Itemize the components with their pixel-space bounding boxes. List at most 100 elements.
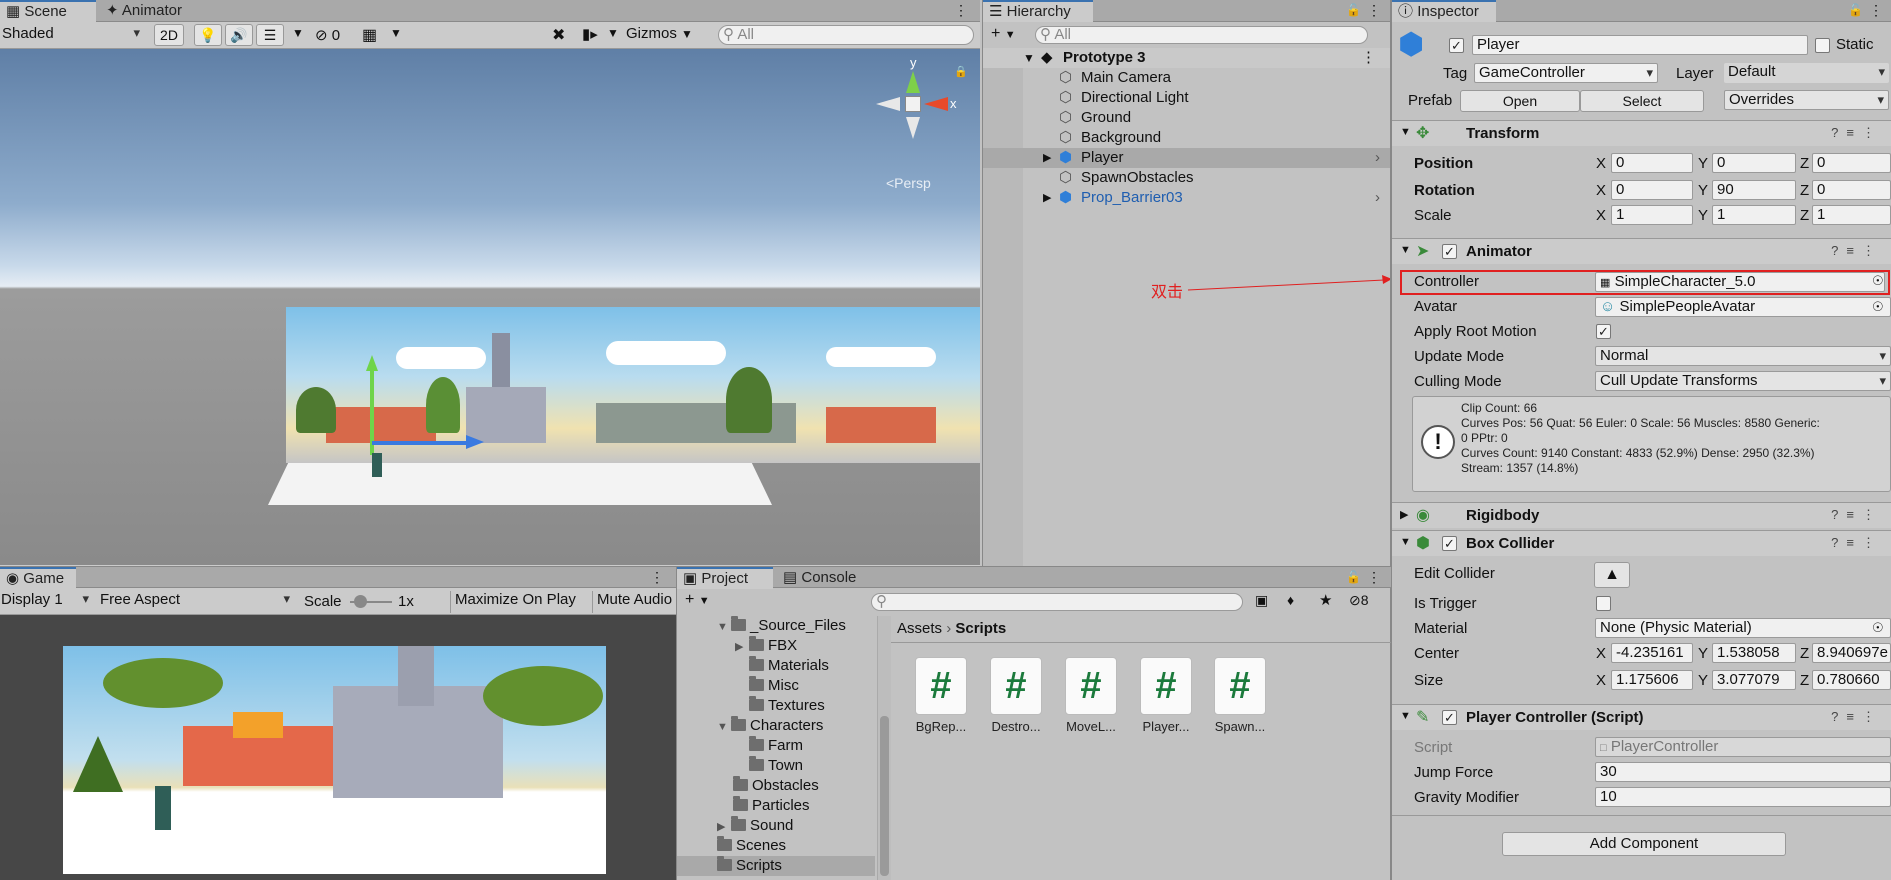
culling-mode-dropdown[interactable]: Cull Update Transforms (1595, 371, 1891, 391)
hierarchy-item-player[interactable]: ▶ ⬢ Player › (983, 148, 1390, 168)
component-options-icons[interactable]: ?≡⋮ (1831, 507, 1883, 523)
root-motion-checkbox[interactable]: ✓ (1596, 324, 1611, 339)
component-options-icons[interactable]: ?≡⋮ (1831, 243, 1883, 259)
tag-dropdown[interactable]: GameController (1474, 63, 1658, 83)
transform-header[interactable]: ▼ ✥ Transform ?≡⋮ (1392, 120, 1891, 146)
script-asset-icon[interactable]: # (1214, 657, 1266, 715)
shading-dropdown[interactable]: Shaded (2, 25, 144, 45)
scene-viewport[interactable]: y x <Persp 🔒 (0, 49, 980, 565)
grid-toggle-icon[interactable]: ▦ (362, 25, 377, 45)
move-gizmo[interactable] (366, 355, 484, 455)
effects-dropdown-icon[interactable]: ▼ (292, 26, 304, 40)
box-collider-enabled-checkbox[interactable]: ✓ (1442, 536, 1457, 551)
folder-scripts[interactable]: Scripts (677, 856, 875, 876)
folder-source-files[interactable]: ▼ _Source_Files (717, 616, 846, 636)
persp-label[interactable]: <Persp (886, 175, 931, 191)
folder-town[interactable]: Town (749, 756, 803, 776)
animator-header[interactable]: ▼ ➤ ✓ Animator ?≡⋮ (1392, 238, 1891, 264)
object-name-input[interactable]: Player (1472, 35, 1808, 55)
camera-icon[interactable]: ▮▸ (582, 25, 598, 43)
breadcrumb-scripts[interactable]: Scripts (955, 620, 1006, 637)
hierarchy-item-directional-light[interactable]: ⬡ Directional Light (983, 88, 1390, 108)
folder-farm[interactable]: Farm (749, 736, 803, 756)
controller-field[interactable]: ▦ SimpleCharacter_5.0 (1595, 272, 1885, 292)
folder-misc[interactable]: Misc (749, 676, 799, 696)
player-controller-enabled-checkbox[interactable]: ✓ (1442, 710, 1457, 725)
chevron-right-icon[interactable]: › (1375, 188, 1380, 208)
edit-collider-button[interactable]: ▲ (1594, 562, 1630, 588)
tab-scene[interactable]: ▦ Scene (0, 0, 96, 22)
scale-y-field[interactable]: 1 (1712, 205, 1796, 225)
game-view[interactable] (63, 646, 606, 874)
orientation-gizmo[interactable]: y x <Persp (876, 55, 957, 191)
breadcrumb-assets[interactable]: Assets (897, 620, 942, 637)
2d-toggle[interactable]: 2D (154, 24, 184, 46)
grid-dropdown-icon[interactable]: ▼ (390, 26, 402, 40)
jump-force-field[interactable]: 30 (1595, 762, 1891, 782)
panel-menu-icon[interactable]: ⋮ (1869, 2, 1883, 19)
row-menu-icon[interactable]: ⋮ (1361, 48, 1376, 68)
panel-menu-icon[interactable]: ⋮ (650, 569, 664, 586)
gizmos-dropdown[interactable]: Gizmos ▼ (626, 25, 693, 42)
hierarchy-item-background[interactable]: ⬡ Background (983, 128, 1390, 148)
camera-dropdown-icon[interactable]: ▼ (607, 26, 619, 40)
filter-by-label-icon[interactable]: ♦ (1287, 592, 1294, 608)
hierarchy-item-spawnobstacles[interactable]: ⬡ SpawnObstacles (983, 168, 1390, 188)
component-options-icons[interactable]: ?≡⋮ (1831, 709, 1883, 725)
object-picker-icon[interactable]: ☉ (1872, 299, 1884, 315)
display-dropdown[interactable]: Display 1 (1, 591, 93, 611)
script-asset-icon[interactable]: # (915, 657, 967, 715)
rigidbody-header[interactable]: ▶ ◉ Rigidbody ?≡⋮ (1392, 502, 1891, 528)
scale-x-field[interactable]: 1 (1611, 205, 1693, 225)
tab-console[interactable]: ▤ Console (777, 567, 864, 589)
mute-audio-toggle[interactable]: Mute Audio (592, 591, 676, 613)
rotation-z-field[interactable]: 0 (1812, 180, 1891, 200)
center-x-field[interactable]: -4.235161 (1611, 643, 1693, 663)
effects-toggle-icon[interactable]: ☰ (256, 24, 284, 46)
lock-icon[interactable]: 🔓 (1848, 3, 1863, 17)
aspect-dropdown[interactable]: Free Aspect (100, 591, 294, 611)
prefab-overrides-dropdown[interactable]: Overrides (1724, 90, 1889, 110)
scene-search-input[interactable]: ⚲ All (718, 25, 974, 45)
audio-toggle-icon[interactable]: 🔊 (225, 24, 253, 46)
update-mode-dropdown[interactable]: Normal (1595, 346, 1891, 366)
player-controller-header[interactable]: ▼ ✎ ✓ Player Controller (Script) ?≡⋮ (1392, 704, 1891, 730)
chevron-right-icon[interactable]: › (1375, 148, 1380, 168)
tab-inspector[interactable]: ⓘ Inspector (1392, 0, 1496, 22)
size-x-field[interactable]: 1.175606 (1611, 670, 1693, 690)
create-dropdown[interactable]: + ▼ (685, 591, 710, 609)
static-checkbox[interactable] (1815, 38, 1830, 53)
prefab-open-button[interactable]: Open (1460, 90, 1580, 112)
object-picker-icon[interactable]: ☉ (1872, 620, 1884, 636)
scale-z-field[interactable]: 1 (1812, 205, 1891, 225)
lighting-toggle-icon[interactable]: 💡 (194, 24, 222, 46)
hierarchy-search-input[interactable]: ⚲ All (1035, 26, 1368, 44)
script-asset-icon[interactable]: # (990, 657, 1042, 715)
folder-sound[interactable]: ▶ Sound (717, 816, 793, 836)
rotation-x-field[interactable]: 0 (1611, 180, 1693, 200)
add-component-button[interactable]: Add Component (1502, 832, 1786, 856)
prefab-select-button[interactable]: Select (1580, 90, 1704, 112)
animator-enabled-checkbox[interactable]: ✓ (1442, 244, 1457, 259)
is-trigger-checkbox[interactable] (1596, 596, 1611, 611)
folder-textures[interactable]: Textures (749, 696, 825, 716)
favorites-star-icon[interactable]: ★ (1319, 591, 1332, 609)
component-options-icons[interactable]: ?≡⋮ (1831, 125, 1883, 141)
avatar-field[interactable]: ☺ SimplePeopleAvatar (1595, 297, 1891, 317)
lock-icon[interactable]: 🔓 (1346, 3, 1361, 17)
tab-animator[interactable]: ✦ Animator (100, 0, 190, 22)
center-z-field[interactable]: 8.940697e (1812, 643, 1891, 663)
size-y-field[interactable]: 3.077079 (1712, 670, 1796, 690)
lock-icon[interactable]: 🔒 (954, 65, 968, 78)
filter-by-type-icon[interactable]: ▣ (1255, 592, 1268, 609)
panel-menu-icon[interactable]: ⋮ (1367, 569, 1381, 586)
position-z-field[interactable]: 0 (1812, 153, 1891, 173)
rotation-y-field[interactable]: 90 (1712, 180, 1796, 200)
scene-root-row[interactable]: ▼ ◆ Prototype 3 ⋮ (983, 48, 1390, 68)
tools-icon[interactable]: ✖ (552, 25, 565, 45)
object-picker-icon[interactable]: ☉ (1872, 273, 1884, 289)
project-search-input[interactable]: ⚲ (871, 593, 1243, 611)
folder-fbx[interactable]: ▶ FBX (735, 636, 797, 656)
folder-materials[interactable]: Materials (749, 656, 829, 676)
position-x-field[interactable]: 0 (1611, 153, 1693, 173)
